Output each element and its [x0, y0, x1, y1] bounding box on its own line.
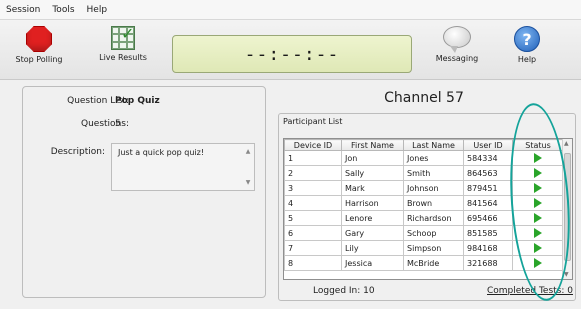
status-cell	[512, 165, 564, 181]
column-header-status[interactable]: Status	[512, 139, 564, 151]
help-button[interactable]: ? Help	[492, 26, 562, 64]
participant-list-label: Participant List	[283, 117, 343, 126]
menu-help[interactable]: Help	[87, 5, 108, 15]
live-results-button[interactable]: ✓ Live Results	[88, 24, 158, 62]
stop-icon	[26, 26, 52, 52]
user-id-cell: 321688	[463, 255, 513, 271]
scroll-down-icon[interactable]: ▼	[246, 179, 251, 186]
status-cell	[512, 240, 564, 256]
device-id-cell: 5	[284, 210, 342, 226]
device-id-cell: 1	[284, 150, 342, 166]
table-row[interactable]: 5 Lenore Richardson 695466	[284, 210, 564, 226]
play-status-icon	[534, 198, 542, 208]
participant-table: Device ID First Name Last Name User ID S…	[283, 138, 573, 280]
channel-title: Channel 57	[384, 90, 464, 106]
device-id-cell: 3	[284, 180, 342, 196]
first-name-cell: Harrison	[341, 195, 404, 211]
last-name-cell: Simpson	[403, 240, 464, 256]
column-header-device-id[interactable]: Device ID	[284, 139, 342, 151]
device-id-cell: 6	[284, 225, 342, 241]
scrollbar-thumb[interactable]	[564, 153, 571, 261]
user-id-cell: 695466	[463, 210, 513, 226]
messaging-label: Messaging	[435, 54, 479, 63]
table-row[interactable]: 8 Jessica McBride 321688	[284, 255, 564, 271]
table-scrollbar[interactable]: ▲ ▼	[562, 139, 572, 279]
first-name-cell: Jon	[341, 150, 404, 166]
live-results-label: Live Results	[99, 53, 147, 62]
play-status-icon	[534, 213, 542, 223]
status-cell	[512, 210, 564, 226]
first-name-cell: Lily	[341, 240, 404, 256]
logged-in-count: Logged In: 10	[313, 286, 375, 296]
play-status-icon	[534, 168, 542, 178]
first-name-cell: Gary	[341, 225, 404, 241]
first-name-cell: Sally	[341, 165, 404, 181]
table-row[interactable]: 1 Jon Jones 584334	[284, 150, 564, 166]
user-id-cell: 864563	[463, 165, 513, 181]
description-label: Description:	[50, 147, 105, 157]
first-name-cell: Mark	[341, 180, 404, 196]
last-name-cell: Smith	[403, 165, 464, 181]
play-status-icon	[534, 258, 542, 268]
menu-tools[interactable]: Tools	[52, 5, 74, 15]
description-text: Just a quick pop quiz!	[118, 148, 205, 157]
table-row[interactable]: 2 Sally Smith 864563	[284, 165, 564, 181]
messaging-button[interactable]: Messaging	[422, 26, 492, 63]
question-list-value: Pop Quiz	[115, 96, 160, 106]
column-header-first-name[interactable]: First Name	[341, 139, 404, 151]
status-cell	[512, 195, 564, 211]
quiz-info-panel: Question List: Pop Quiz Questions: 5 Des…	[22, 86, 266, 298]
last-name-cell: Jones	[403, 150, 464, 166]
table-row[interactable]: 3 Mark Johnson 879451	[284, 180, 564, 196]
user-id-cell: 851585	[463, 225, 513, 241]
question-list-label: Question List:	[67, 96, 129, 106]
last-name-cell: Schoop	[403, 225, 464, 241]
user-id-cell: 584334	[463, 150, 513, 166]
user-id-cell: 984168	[463, 240, 513, 256]
device-id-cell: 7	[284, 240, 342, 256]
table-row[interactable]: 4 Harrison Brown 841564	[284, 195, 564, 211]
status-cell	[512, 255, 564, 271]
column-header-last-name[interactable]: Last Name	[403, 139, 464, 151]
last-name-cell: Richardson	[403, 210, 464, 226]
column-header-user-id[interactable]: User ID	[463, 139, 513, 151]
grid-chart-icon: ✓	[111, 24, 135, 50]
play-status-icon	[534, 183, 542, 193]
scroll-down-icon[interactable]: ▼	[564, 271, 569, 278]
stop-polling-button[interactable]: Stop Polling	[4, 26, 74, 64]
description-textarea[interactable]: Just a quick pop quiz! ▲ ▼	[111, 143, 255, 191]
menu-session[interactable]: Session	[6, 5, 40, 15]
last-name-cell: Brown	[403, 195, 464, 211]
toolbar: Stop Polling ✓ Live Results --:--:-- Mes…	[0, 20, 581, 80]
timer-display: --:--:--	[172, 35, 412, 73]
first-name-cell: Lenore	[341, 210, 404, 226]
help-icon: ?	[514, 26, 540, 52]
questions-label: Questions:	[81, 119, 129, 129]
user-id-cell: 879451	[463, 180, 513, 196]
status-cell	[512, 225, 564, 241]
status-cell	[512, 150, 564, 166]
speech-bubble-icon	[443, 26, 471, 53]
play-status-icon	[534, 228, 542, 238]
play-status-icon	[534, 153, 542, 163]
last-name-cell: Johnson	[403, 180, 464, 196]
device-id-cell: 8	[284, 255, 342, 271]
play-status-icon	[534, 243, 542, 253]
questions-value: 5	[115, 119, 121, 129]
device-id-cell: 2	[284, 165, 342, 181]
stop-polling-label: Stop Polling	[15, 55, 63, 64]
description-scrollbar[interactable]: ▲ ▼	[242, 144, 254, 190]
help-label: Help	[517, 55, 537, 64]
device-id-cell: 4	[284, 195, 342, 211]
table-row[interactable]: 7 Lily Simpson 984168	[284, 240, 564, 256]
completed-tests-link[interactable]: Completed Tests: 0	[487, 286, 573, 296]
user-id-cell: 841564	[463, 195, 513, 211]
scroll-up-icon[interactable]: ▲	[246, 148, 251, 155]
first-name-cell: Jessica	[341, 255, 404, 271]
menu-bar: Session Tools Help	[0, 0, 581, 20]
status-cell	[512, 180, 564, 196]
table-row[interactable]: 6 Gary Schoop 851585	[284, 225, 564, 241]
scroll-up-icon[interactable]: ▲	[564, 140, 569, 147]
last-name-cell: McBride	[403, 255, 464, 271]
